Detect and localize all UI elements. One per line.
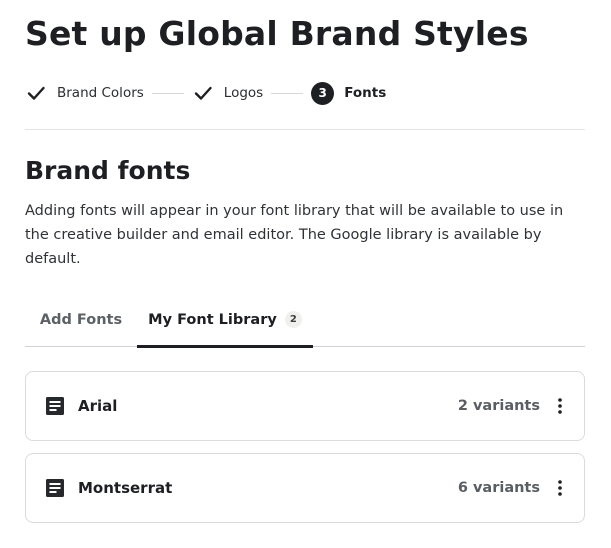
- tab-label: Add Fonts: [39, 311, 123, 328]
- font-file-icon: [46, 397, 64, 415]
- tab-label: My Font Library: [148, 311, 277, 328]
- font-name: Arial: [78, 397, 118, 415]
- font-file-icon: [46, 479, 64, 497]
- step-connector: [271, 92, 304, 94]
- step-label: Brand Colors: [57, 85, 144, 101]
- font-list-item[interactable]: Montserrat 6 variants: [25, 453, 585, 523]
- check-icon: [194, 86, 212, 100]
- step-logos[interactable]: Logos: [192, 82, 263, 104]
- step-number-badge: 3: [311, 81, 335, 105]
- font-variants: 6 variants: [457, 480, 540, 496]
- font-list: Arial 2 variants Montserrat 6 variants: [25, 371, 585, 535]
- step-label: Fonts: [344, 85, 387, 101]
- setup-stepper: Brand Colors Logos 3 Fonts: [25, 80, 386, 106]
- page-title: Set up Global Brand Styles: [25, 14, 529, 53]
- step-label: Logos: [223, 85, 264, 101]
- tab-add-fonts[interactable]: Add Fonts: [25, 293, 137, 346]
- step-brand-colors[interactable]: Brand Colors: [25, 82, 144, 104]
- brand-styles-page: Set up Global Brand Styles Brand Colors …: [0, 0, 611, 548]
- tab-my-font-library[interactable]: My Font Library 2: [137, 293, 313, 348]
- section-title: Brand fonts: [25, 156, 191, 185]
- count-badge: 2: [284, 311, 302, 328]
- step-fonts[interactable]: 3 Fonts: [311, 81, 387, 105]
- font-name: Montserrat: [78, 479, 173, 497]
- more-vertical-icon[interactable]: [548, 476, 572, 500]
- more-vertical-icon[interactable]: [548, 394, 572, 418]
- font-tabs: Add Fonts My Font Library 2: [25, 293, 585, 348]
- step-connector: [151, 92, 184, 94]
- font-list-item[interactable]: Arial 2 variants: [25, 371, 585, 441]
- font-variants: 2 variants: [457, 398, 540, 414]
- header-divider: [25, 129, 585, 130]
- check-icon: [27, 86, 45, 100]
- section-description: Adding fonts will appear in your font li…: [25, 203, 564, 267]
